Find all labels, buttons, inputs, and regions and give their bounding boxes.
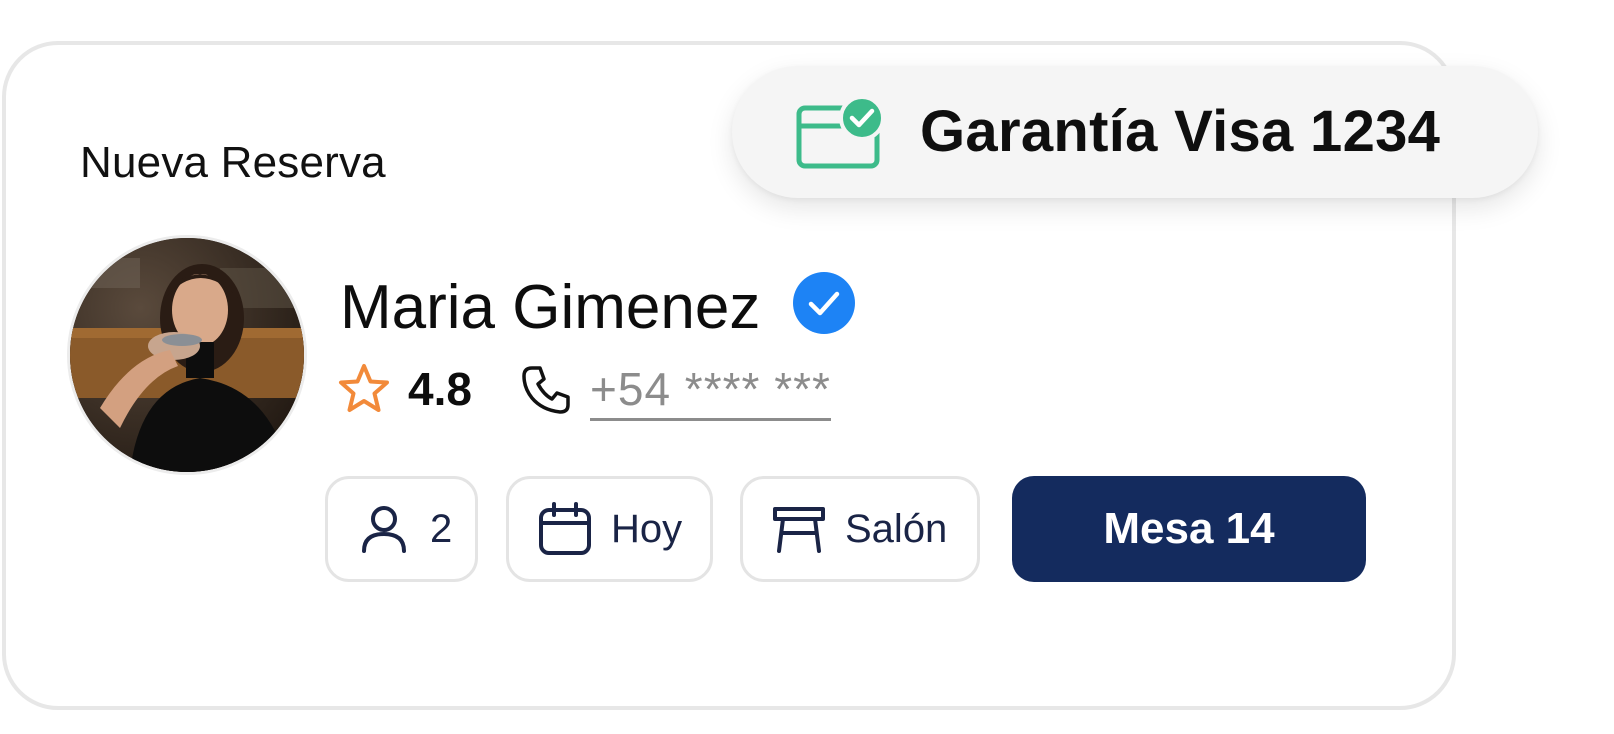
star-outline-icon — [336, 362, 392, 418]
guest-name: Maria Gimenez — [340, 273, 761, 342]
card-guarantee-badge: Garantía Visa 1234 — [732, 66, 1538, 198]
party-size-chip[interactable]: 2 — [325, 476, 478, 582]
guest-rating: 4.8 — [408, 363, 472, 415]
date-chip[interactable]: Hoy — [506, 476, 713, 582]
credit-card-check-icon — [796, 95, 888, 170]
person-icon — [362, 506, 406, 553]
table-assign-button[interactable]: Mesa 14 — [1012, 476, 1366, 582]
guarantee-label: Garantía Visa 1234 — [920, 99, 1441, 164]
reservation-stage: Nueva Reserva Garantía Visa 1234 Maria G… — [0, 0, 1614, 734]
avatar — [67, 235, 307, 475]
card-title: Nueva Reserva — [80, 138, 386, 187]
guest-phone[interactable]: +54 **** *** — [590, 362, 831, 421]
area-label: Salón — [845, 506, 948, 551]
date-label: Hoy — [611, 506, 683, 551]
area-chip[interactable]: Salón — [740, 476, 980, 582]
verified-badge-icon — [792, 271, 856, 335]
calendar-icon — [539, 502, 591, 555]
party-size-label: 2 — [430, 506, 453, 551]
table-icon — [773, 507, 825, 553]
phone-icon — [520, 364, 572, 416]
